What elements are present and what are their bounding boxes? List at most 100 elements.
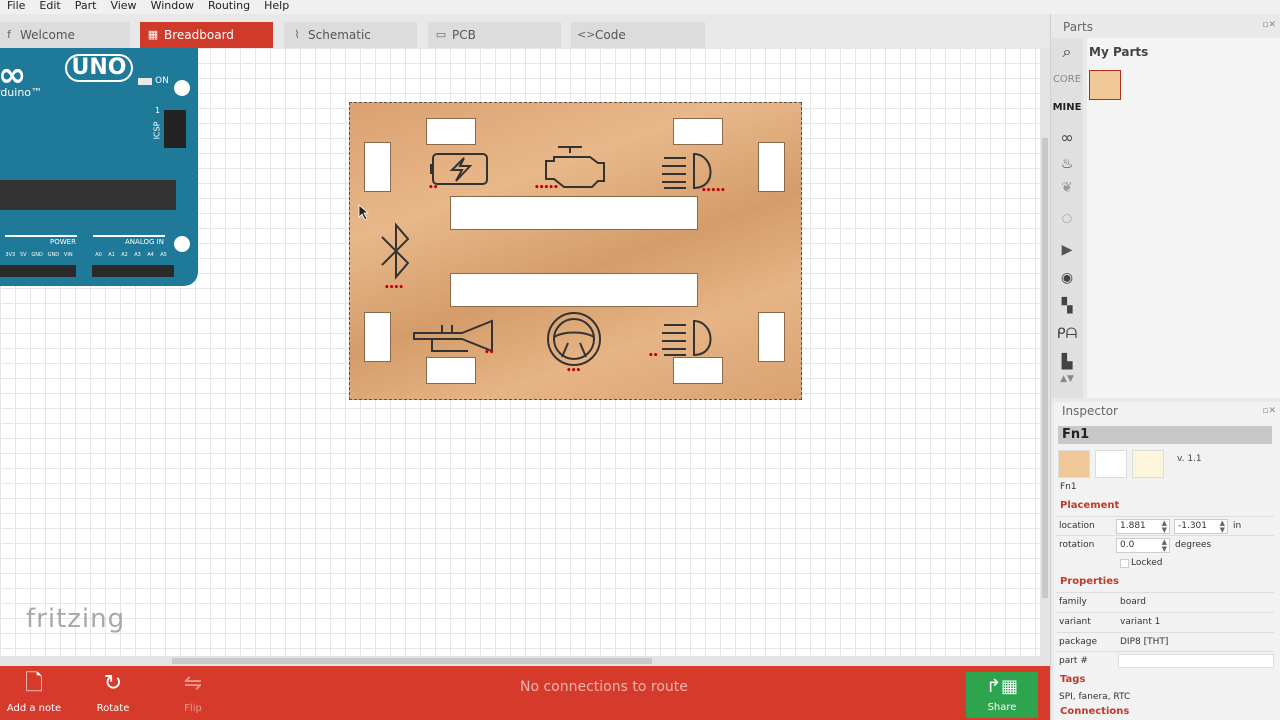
pin-marker: ••: [648, 351, 658, 361]
spin-arrows-icon[interactable]: ▲ ▼: [1220, 520, 1225, 534]
menu-help[interactable]: Help: [257, 0, 296, 14]
schematic-view-thumb[interactable]: [1095, 450, 1127, 478]
property-value[interactable]: board: [1120, 597, 1146, 607]
property-row: variant variant 1: [1056, 612, 1274, 632]
button-label: Add a note: [6, 703, 62, 714]
mouse-cursor-icon: [358, 204, 370, 221]
location-unit[interactable]: in: [1233, 521, 1241, 531]
pin-label: A1: [108, 252, 115, 258]
analog-label: ANALOG IN: [125, 238, 164, 246]
fritzing-watermark: fritzing: [26, 604, 126, 634]
analog-divider: [93, 235, 165, 237]
bin-core[interactable]: CORE: [1051, 74, 1083, 85]
pin-label: A0: [95, 252, 102, 258]
flip-button[interactable]: ⇋ Flip: [168, 666, 218, 720]
analog-header[interactable]: [92, 265, 174, 277]
icsp-pin-label: 1: [155, 106, 161, 115]
share-button[interactable]: ↱▦ Share: [966, 672, 1038, 718]
tab-code[interactable]: <> Code: [571, 22, 705, 48]
vertical-scrollbar[interactable]: [1040, 48, 1050, 666]
bottom-toolbar: 🗋 Add a note ↻ Rotate ⇋ Flip No connecti…: [0, 666, 1050, 720]
intel-bin-icon[interactable]: ◯: [1051, 214, 1083, 224]
arduino-model-label: UNO: [65, 54, 133, 82]
search-icon[interactable]: ⌕: [1051, 42, 1083, 62]
tab-schematic[interactable]: ⌇ Schematic: [284, 22, 417, 48]
share-icon: ↱▦: [985, 676, 1019, 697]
animal-bin-icon[interactable]: ▙: [1051, 354, 1083, 370]
icsp-header[interactable]: [164, 110, 186, 148]
location-row: location 1.881 ▲ ▼ -1.301 ▲ ▼ in: [1056, 516, 1274, 536]
location-x-input[interactable]: 1.881 ▲ ▼: [1116, 519, 1170, 534]
seeed-bin-icon[interactable]: ❦: [1051, 180, 1083, 196]
tags-value[interactable]: SPI, fanera, RTC: [1059, 692, 1130, 702]
steering-wheel-icon: [547, 312, 601, 366]
power-divider: [5, 235, 77, 237]
locked-checkbox[interactable]: [1120, 559, 1129, 568]
property-value[interactable]: variant 1: [1120, 617, 1160, 627]
menu-routing[interactable]: Routing: [201, 0, 257, 14]
scroll-thumb[interactable]: [172, 658, 652, 664]
horizontal-scrollbar[interactable]: [0, 656, 1040, 666]
fritzing-f-icon: f: [7, 28, 11, 41]
menu-file[interactable]: File: [0, 0, 32, 14]
rotate-button[interactable]: ↻ Rotate: [88, 666, 138, 720]
location-x-value: 1.881: [1120, 521, 1146, 531]
globe-bin-icon[interactable]: ◉: [1051, 270, 1083, 286]
scroll-arrows-icon[interactable]: ▲▼: [1051, 374, 1083, 384]
connections-header: Connections: [1060, 706, 1130, 717]
part-thumbnail[interactable]: [1089, 70, 1121, 100]
tab-welcome[interactable]: f Welcome: [0, 22, 130, 48]
rotation-value: 0.0: [1120, 540, 1135, 550]
tags-header: Tags: [1060, 674, 1086, 685]
undock-icon[interactable]: ▫✕: [1262, 20, 1276, 30]
button-label: Flip: [184, 703, 202, 714]
breadboard-canvas[interactable]: ∞ UNO rduino™ ON ICSP 1 POWER ANALOG IN …: [0, 48, 1050, 666]
parts-bin-tabs: ⌕ CORE MINE ∞ ♨ ❦ ◯ ▶ ◉ ▚ ᑭᗩ ▙ ▲▼: [1051, 38, 1083, 398]
breadboard-view-thumb[interactable]: [1058, 450, 1090, 478]
menu-edit[interactable]: Edit: [32, 0, 67, 14]
analog-pin-labels: A0 A1 A2 A3 A4 A5: [92, 252, 170, 258]
pin-label: A5: [160, 252, 167, 258]
arduino-bin-icon[interactable]: ∞: [1051, 128, 1083, 147]
pa-bin-icon[interactable]: ᑭᗩ: [1051, 326, 1083, 342]
property-value[interactable]: DIP8 [THT]: [1120, 637, 1168, 647]
pcb-icon: ▭: [435, 28, 447, 41]
rotation-input[interactable]: 0.0 ▲ ▼: [1116, 538, 1170, 553]
version-label: v. 1.1: [1177, 454, 1202, 464]
arduino-uno-part[interactable]: ∞ UNO rduino™ ON ICSP 1 POWER ANALOG IN …: [0, 48, 198, 286]
locked-row: Locked: [1056, 554, 1274, 574]
pin-label: VIN: [63, 252, 73, 258]
menu-view[interactable]: View: [103, 0, 143, 14]
spin-arrows-icon[interactable]: ▲ ▼: [1162, 539, 1167, 553]
pin-marker: •••••: [534, 183, 559, 193]
scroll-thumb[interactable]: [1042, 138, 1048, 598]
arduino-brand-label: rduino™: [0, 86, 43, 99]
on-label: ON: [155, 76, 169, 86]
cat-bin-icon[interactable]: ▚: [1051, 298, 1083, 314]
pin-label: 5V: [19, 252, 27, 258]
board-cutout: [673, 118, 723, 145]
my-parts-bin: My Parts: [1087, 38, 1280, 398]
custom-plywood-board[interactable]: •• ••••• ••••• •••• •• ••• ••: [349, 102, 802, 400]
tab-breadboard[interactable]: ▦ Breadboard: [140, 22, 273, 48]
pcb-view-thumb[interactable]: [1132, 450, 1164, 478]
tab-pcb[interactable]: ▭ PCB: [428, 22, 561, 48]
menu-window[interactable]: Window: [144, 0, 201, 14]
power-header[interactable]: [0, 265, 76, 277]
location-y-input[interactable]: -1.301 ▲ ▼: [1174, 519, 1228, 534]
part-number-input[interactable]: [1118, 654, 1274, 668]
sparkfun-bin-icon[interactable]: ♨: [1051, 156, 1083, 172]
mounting-hole: [174, 80, 190, 96]
pin-label: 3V3: [5, 252, 16, 258]
undock-icon[interactable]: ▫✕: [1262, 406, 1276, 416]
spin-arrows-icon[interactable]: ▲ ▼: [1162, 520, 1167, 534]
inspector-panel: Inspector ▫✕ Fn1 v. 1.1 Fn1 Placement lo…: [1054, 402, 1280, 720]
play-bin-icon[interactable]: ▶: [1051, 242, 1083, 258]
bin-mine[interactable]: MINE: [1051, 102, 1083, 113]
menu-part[interactable]: Part: [68, 0, 104, 14]
pin-marker: ••: [484, 348, 494, 358]
add-note-button[interactable]: 🗋 Add a note: [6, 666, 62, 720]
property-key: package: [1059, 637, 1097, 647]
placement-header: Placement: [1060, 500, 1120, 511]
display-cutout: [450, 273, 698, 307]
